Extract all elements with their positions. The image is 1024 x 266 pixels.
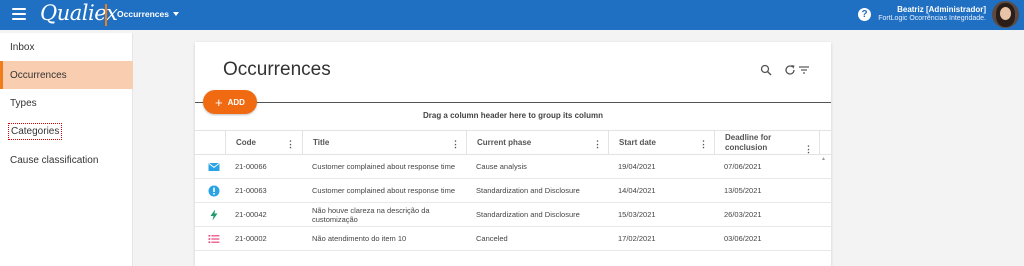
column-menu-icon[interactable]: ⋮ <box>286 139 295 150</box>
occurrences-panel: Occurrences Drag a column header here to… <box>195 42 831 266</box>
table-row[interactable]: 21-00042 Não houve clareza na descrição … <box>195 203 831 227</box>
sidebar-item-cause-classification[interactable]: Cause classification <box>0 146 133 174</box>
sidebar-item-label: Inbox <box>10 41 35 53</box>
add-button[interactable]: + ADD <box>203 90 257 114</box>
column-menu-icon[interactable]: ⋮ <box>699 139 708 150</box>
column-header-label: Start date <box>619 138 656 147</box>
mail-icon <box>208 163 220 171</box>
sidebar-item-categories[interactable]: Categories <box>0 117 133 145</box>
user-name: Beatriz [Administrador] <box>897 5 986 14</box>
sidebar-item-occurrences[interactable]: Occurrences <box>0 61 133 89</box>
cell-title: Customer complained about response time <box>312 162 455 172</box>
avatar-face <box>1000 7 1011 20</box>
table-header: Code ⋮ Title ⋮ Current phase ⋮ Start date ⋮ … <box>195 130 831 155</box>
column-header-code[interactable]: Code ⋮ <box>225 131 301 155</box>
cell-title: Não atendimento do item 10 <box>312 234 407 244</box>
cell-deadline: 07/06/2021 <box>724 162 762 172</box>
sidebar: Inbox Occurrences Types Categories Cause… <box>0 33 133 266</box>
column-header-label: Current phase <box>477 138 532 147</box>
search-icon[interactable] <box>760 64 772 76</box>
sidebar-item-inbox[interactable]: Inbox <box>0 33 133 61</box>
sidebar-item-label: Categories <box>7 122 63 140</box>
module-selector[interactable]: Occurrences <box>117 9 179 19</box>
cell-deadline: 26/03/2021 <box>724 210 762 220</box>
cell-code: 21-00066 <box>235 162 267 172</box>
help-icon[interactable]: ? <box>858 8 871 21</box>
cell-phase: Standardization and Disclosure <box>476 210 580 220</box>
column-header-title[interactable]: Title ⋮ <box>302 131 466 155</box>
cell-code: 21-00063 <box>235 186 267 196</box>
cell-title: Customer complained about response time <box>312 186 455 196</box>
cell-phase: Canceled <box>476 234 508 244</box>
filter-icon[interactable] <box>798 64 810 76</box>
cell-code: 21-00042 <box>235 210 267 220</box>
cell-deadline: 13/05/2021 <box>724 186 762 196</box>
list-icon <box>208 235 220 243</box>
bolt-icon <box>210 209 218 221</box>
column-header-label: Title <box>313 138 330 147</box>
cell-deadline: 03/06/2021 <box>724 234 762 244</box>
cell-start-date: 14/04/2021 <box>618 186 656 196</box>
column-header-label: Deadline for conclusion <box>725 133 772 152</box>
toolbar-divider <box>195 102 831 103</box>
refresh-icon[interactable] <box>784 64 796 76</box>
sidebar-item-types[interactable]: Types <box>0 89 133 117</box>
column-menu-icon[interactable]: ⋮ <box>593 139 602 150</box>
caret-down-icon <box>172 12 179 16</box>
page-title: Occurrences <box>223 59 331 80</box>
cell-start-date: 19/04/2021 <box>618 162 656 172</box>
sidebar-item-label: Occurrences <box>10 69 67 81</box>
menu-icon[interactable] <box>12 8 26 20</box>
plus-icon: + <box>215 94 223 110</box>
sidebar-item-label: Cause classification <box>10 154 99 166</box>
group-panel-hint[interactable]: Drag a column header here to group its c… <box>195 111 831 120</box>
cell-phase: Standardization and Disclosure <box>476 186 580 196</box>
column-header-current-phase[interactable]: Current phase ⋮ <box>466 131 608 155</box>
table-row[interactable]: 21-00066 Customer complained about respo… <box>195 155 831 179</box>
cell-code: 21-00002 <box>235 234 267 244</box>
logo-divider <box>105 4 107 26</box>
user-company: FortLogic Ocorrências Integridade. <box>878 15 986 22</box>
column-header-deadline[interactable]: Deadline for conclusion ⋮ <box>714 131 820 155</box>
column-header-label: Code <box>236 138 256 147</box>
top-bar: Qualiex Occurrences ? Beatriz [Administr… <box>0 0 1024 30</box>
cell-phase: Cause analysis <box>476 162 527 172</box>
avatar[interactable] <box>992 1 1019 28</box>
table-row[interactable]: 21-00002 Não atendimento do item 10 Canc… <box>195 227 831 251</box>
cell-start-date: 15/03/2021 <box>618 210 656 220</box>
column-header-start-date[interactable]: Start date ⋮ <box>608 131 714 155</box>
add-button-label: ADD <box>227 97 245 107</box>
cell-start-date: 17/02/2021 <box>618 234 656 244</box>
column-menu-icon[interactable]: ⋮ <box>804 144 813 155</box>
alert-icon <box>208 185 220 197</box>
sidebar-item-label: Types <box>10 97 37 109</box>
module-label: Occurrences <box>117 9 169 19</box>
table-row[interactable]: 21-00063 Customer complained about respo… <box>195 179 831 203</box>
cell-title: Não houve clareza na descrição da custom… <box>312 205 430 225</box>
column-menu-icon[interactable]: ⋮ <box>451 139 460 150</box>
